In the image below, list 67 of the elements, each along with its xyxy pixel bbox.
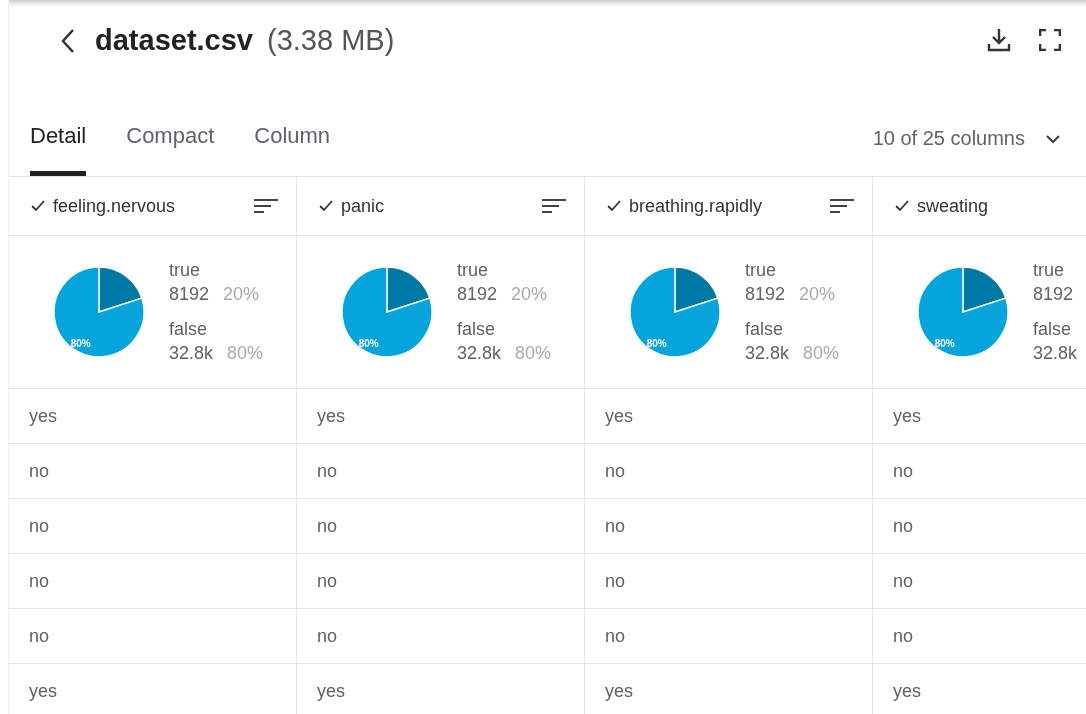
table-cell: no xyxy=(317,570,338,592)
table-cell: no xyxy=(893,570,914,592)
table-cell: yes xyxy=(317,680,345,702)
column-name: sweating xyxy=(917,195,989,217)
value-count: 8192 xyxy=(169,284,210,305)
sort-icon[interactable] xyxy=(542,198,566,214)
value-count: 8192 xyxy=(457,284,498,305)
table-cell: no xyxy=(29,625,50,647)
value-percent: 80% xyxy=(227,343,264,364)
view-tab[interactable]: Detail xyxy=(30,123,87,176)
view-tab[interactable]: Compact xyxy=(126,123,215,176)
slice-label: 80% xyxy=(646,338,667,350)
sort-icon[interactable] xyxy=(254,198,278,214)
table-cell: no xyxy=(605,460,626,482)
table-cell: no xyxy=(605,570,626,592)
table-cell: no xyxy=(317,460,338,482)
table-cell: yes xyxy=(317,405,345,427)
value-percent: 20% xyxy=(799,284,836,305)
value-label: true xyxy=(169,260,202,281)
view-tab[interactable]: Column xyxy=(254,123,331,176)
value-count: 8192 xyxy=(745,284,786,305)
columns-dropdown[interactable]: 10 of 25 columns xyxy=(872,127,1086,176)
column-name: panic xyxy=(341,195,385,217)
table-cell: yes xyxy=(29,680,57,702)
value-label: true xyxy=(457,260,490,281)
table-cell: no xyxy=(893,625,914,647)
table-cell: no xyxy=(317,625,338,647)
value-label: true xyxy=(745,260,778,281)
table-cell: no xyxy=(893,460,914,482)
value-percent: 20% xyxy=(511,284,548,305)
table-cell: no xyxy=(29,570,50,592)
chevron-down-icon xyxy=(1045,133,1061,144)
value-percent: 80% xyxy=(803,343,840,364)
table-cell: yes xyxy=(29,405,57,427)
value-percent: 80% xyxy=(515,343,552,364)
table-cell: no xyxy=(317,515,338,537)
table-cell: no xyxy=(29,460,50,482)
value-count: 8192 xyxy=(1033,284,1074,305)
table-cell: yes xyxy=(893,405,921,427)
value-label: false xyxy=(745,319,785,340)
value-count: 32.8k xyxy=(169,343,214,364)
fullscreen-icon[interactable] xyxy=(1039,29,1061,51)
sort-icon[interactable] xyxy=(830,198,854,214)
value-count: 32.8k xyxy=(1033,343,1078,364)
column-name: feeling.nervous xyxy=(53,195,176,217)
value-label: true xyxy=(1033,260,1066,281)
value-count: 32.8k xyxy=(457,343,502,364)
file-size: (3.38 MB) xyxy=(267,23,395,57)
column-name: breathing.rapidly xyxy=(629,195,763,217)
table-cell: yes xyxy=(893,680,921,702)
file-title: dataset.csv xyxy=(95,23,253,57)
slice-label: 80% xyxy=(934,338,955,350)
value-label: false xyxy=(1033,319,1073,340)
value-count: 32.8k xyxy=(745,343,790,364)
download-icon[interactable] xyxy=(986,27,1012,53)
table-cell: no xyxy=(605,515,626,537)
table-cell: no xyxy=(893,515,914,537)
slice-label: 80% xyxy=(358,338,379,350)
table-cell: yes xyxy=(605,680,633,702)
table-cell: no xyxy=(605,625,626,647)
table-cell: no xyxy=(29,515,50,537)
slice-label: 80% xyxy=(70,338,91,350)
value-percent: 20% xyxy=(223,284,260,305)
back-icon[interactable] xyxy=(61,28,75,54)
value-label: false xyxy=(169,319,209,340)
value-label: false xyxy=(457,319,497,340)
table-cell: yes xyxy=(605,405,633,427)
